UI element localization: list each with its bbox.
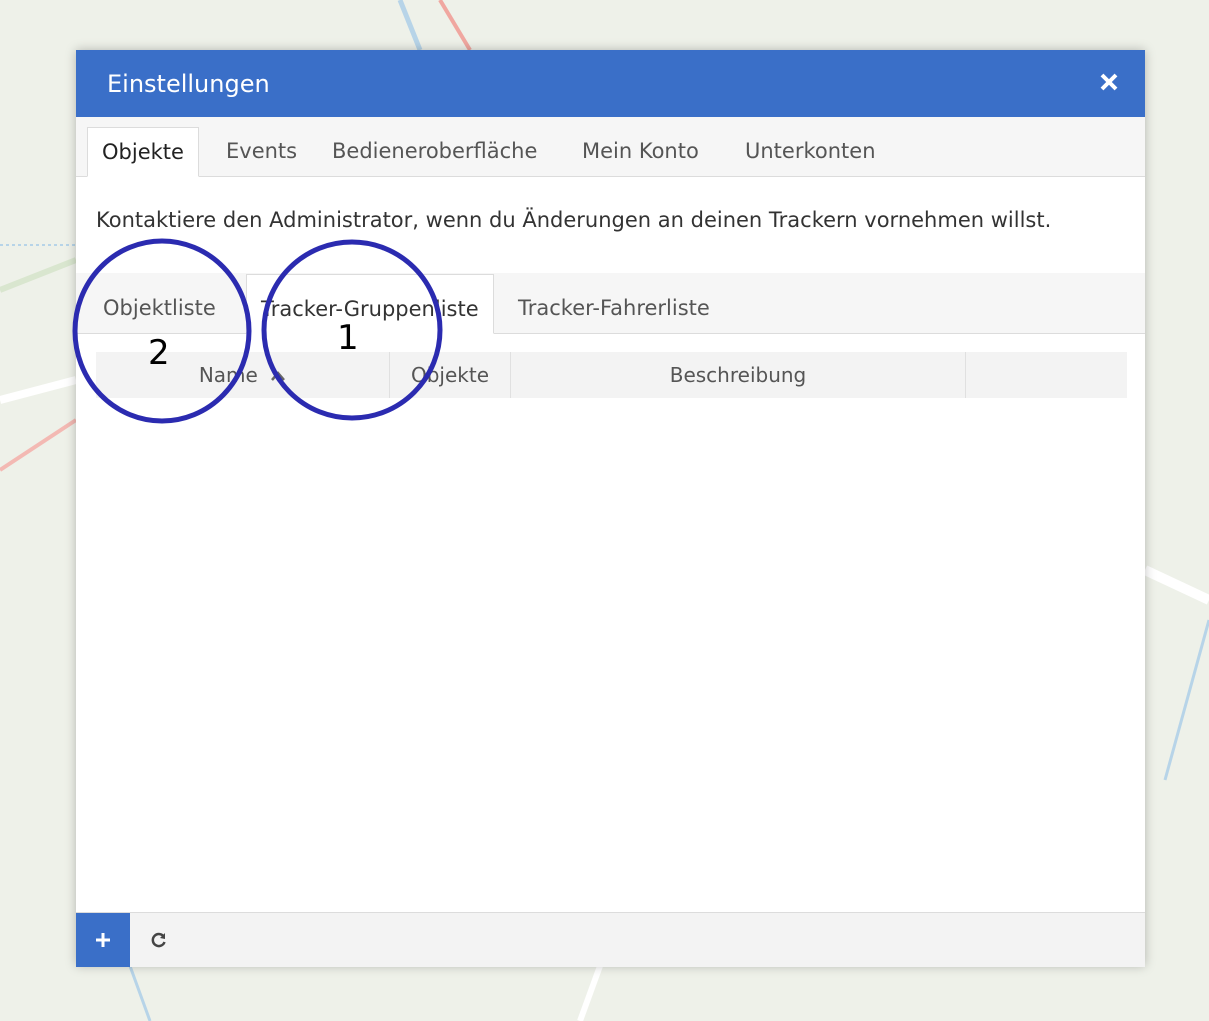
main-tabs: Objekte Events Bedieneroberfläche Mein K…	[76, 117, 1145, 177]
dialog-title: Einstellungen	[107, 70, 270, 98]
table-header: Name Objekte Beschreibung	[96, 352, 1127, 398]
sort-ascending-icon	[271, 371, 286, 381]
sub-tabs: Objektliste Tracker-Gruppenliste Tracker…	[76, 273, 1145, 334]
column-beschreibung-label: Beschreibung	[669, 363, 807, 387]
column-actions	[966, 352, 1127, 398]
tab-unterkonten[interactable]: Unterkonten	[731, 127, 890, 175]
column-beschreibung[interactable]: Beschreibung	[511, 352, 966, 398]
refresh-button[interactable]	[146, 927, 172, 953]
bottom-toolbar	[76, 912, 1145, 967]
tab-mein-konto[interactable]: Mein Konto	[568, 127, 713, 175]
tab-bedieneroberflaeche[interactable]: Bedieneroberfläche	[318, 127, 551, 175]
refresh-icon	[151, 932, 166, 948]
column-objekte[interactable]: Objekte	[390, 352, 511, 398]
annotation-label-2: 2	[148, 333, 170, 373]
close-icon	[1100, 73, 1118, 91]
admin-notice: Kontaktiere den Administrator, wenn du Ä…	[96, 208, 1052, 232]
subtab-tracker-gruppenliste[interactable]: Tracker-Gruppenliste	[246, 274, 494, 334]
tab-events[interactable]: Events	[212, 127, 311, 175]
plus-icon	[96, 933, 110, 947]
column-name-label: Name	[198, 363, 258, 387]
column-name[interactable]: Name	[96, 352, 390, 398]
add-button[interactable]	[76, 913, 130, 967]
column-objekte-label: Objekte	[410, 363, 490, 387]
subtab-tracker-fahrerliste[interactable]: Tracker-Fahrerliste	[504, 274, 724, 332]
tab-objekte[interactable]: Objekte	[87, 127, 199, 177]
annotation-label-1: 1	[337, 318, 359, 358]
dialog-title-bar: Einstellungen	[76, 50, 1145, 117]
settings-dialog: Einstellungen Objekte Events Bedienerobe…	[76, 50, 1145, 967]
close-button[interactable]	[1091, 64, 1127, 100]
subtab-objektliste[interactable]: Objektliste	[89, 274, 230, 332]
